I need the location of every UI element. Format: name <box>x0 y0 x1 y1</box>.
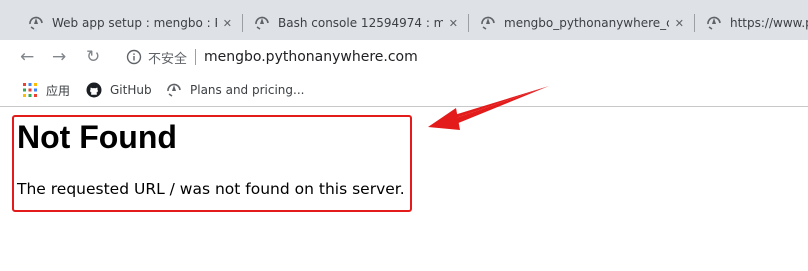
tab-www[interactable]: https://www.py <box>696 6 808 40</box>
tab-strip: Web app setup : mengbo : P ✕ Bash consol… <box>0 0 808 40</box>
tab-pythonanywhere[interactable]: mengbo_pythonanywhere_c ✕ <box>470 6 694 40</box>
bookmark-label: Plans and pricing... <box>190 83 305 97</box>
close-icon[interactable]: ✕ <box>449 17 458 30</box>
tab-separator <box>694 14 695 32</box>
pythonanywhere-icon <box>29 16 43 30</box>
annotation-box <box>12 115 412 212</box>
apps-grid-icon <box>23 83 37 97</box>
bookmarks-bar: 应用 GitHub Plans and pricing... <box>0 74 808 107</box>
tab-title: mengbo_pythonanywhere_c <box>504 16 669 30</box>
bookmark-label: GitHub <box>110 83 152 97</box>
info-icon[interactable] <box>126 49 142 65</box>
address-bar[interactable]: 不安全 mengbo.pythonanywhere.com <box>116 43 808 71</box>
forward-icon[interactable]: → <box>52 48 66 66</box>
tab-separator <box>242 14 243 32</box>
toolbar: ← → ↻ 不安全 mengbo.pythonanywhere.com <box>0 40 808 74</box>
bookmark-apps[interactable]: 应用 <box>22 81 70 99</box>
reload-icon[interactable]: ↻ <box>86 48 100 66</box>
tab-title: https://www.py <box>730 16 808 30</box>
omnibox-divider <box>195 49 197 65</box>
security-label: 不安全 <box>148 51 188 67</box>
tab-bash-console[interactable]: Bash console 12594974 : me ✕ <box>244 6 468 40</box>
back-icon[interactable]: ← <box>20 48 34 66</box>
url-text[interactable]: mengbo.pythonanywhere.com <box>204 49 418 65</box>
bookmark-label: 应用 <box>46 83 71 98</box>
bookmark-plans-pricing[interactable]: Plans and pricing... <box>166 81 304 99</box>
close-icon[interactable]: ✕ <box>223 17 232 30</box>
pythonanywhere-icon <box>481 16 495 30</box>
tab-title: Bash console 12594974 : me <box>278 16 443 30</box>
bookmark-github[interactable]: GitHub <box>86 81 152 99</box>
pythonanywhere-icon <box>167 83 181 97</box>
github-icon <box>86 82 102 98</box>
tab-web-app-setup[interactable]: Web app setup : mengbo : P ✕ <box>18 6 242 40</box>
tab-separator <box>468 14 469 32</box>
annotation-arrow <box>428 86 549 130</box>
tab-title: Web app setup : mengbo : P <box>52 16 217 30</box>
close-icon[interactable]: ✕ <box>675 17 684 30</box>
pythonanywhere-icon <box>255 16 269 30</box>
pythonanywhere-icon <box>707 16 721 30</box>
